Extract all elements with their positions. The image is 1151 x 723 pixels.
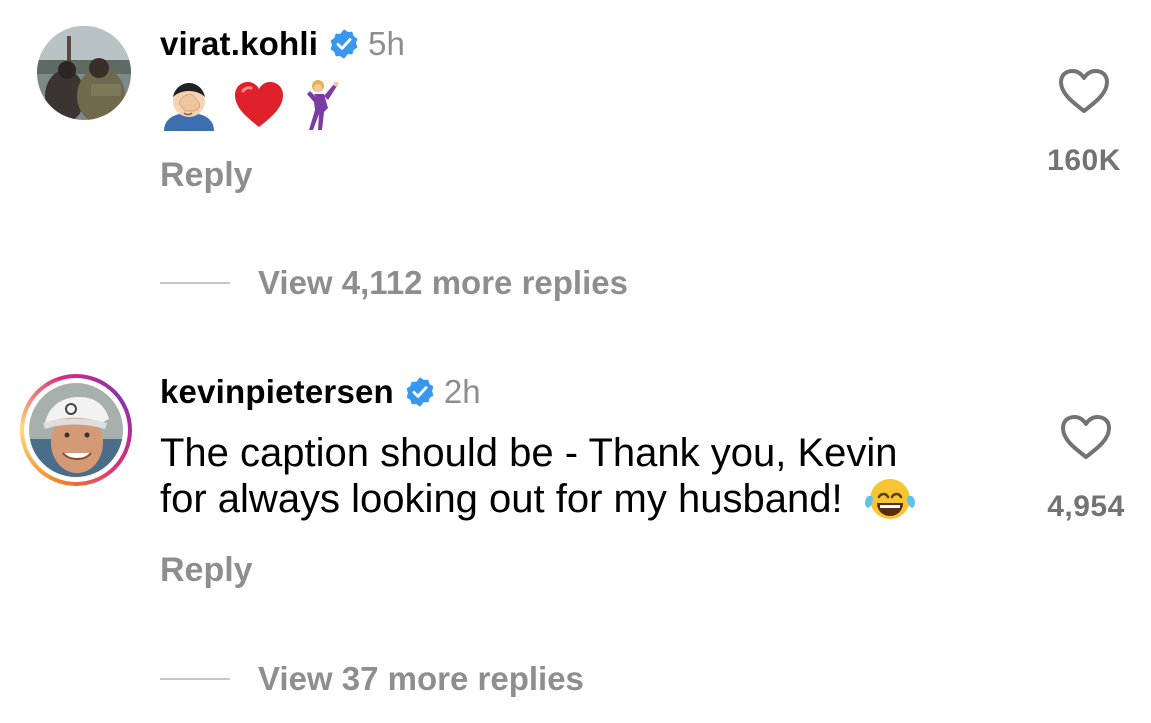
view-replies-label[interactable]: View 37 more replies (258, 660, 584, 698)
face-with-tears-of-joy-emoji-icon (864, 476, 916, 532)
like-count: 4,954 (1047, 490, 1125, 523)
reply-button[interactable]: Reply (160, 551, 253, 590)
comment-item: virat.kohli 5h Reply 160K View 4,112 mor… (0, 0, 1151, 320)
like-count: 160K (1047, 144, 1121, 177)
comment-emojis (160, 78, 1000, 134)
face-palm-emoji-icon (160, 79, 218, 141)
comment-text: The caption should be - Thank you, Kevin… (160, 430, 1000, 532)
verified-badge-icon (328, 28, 360, 60)
heart-icon[interactable] (1060, 414, 1112, 460)
story-ring[interactable] (20, 374, 132, 486)
divider-line (160, 678, 230, 680)
verified-badge-icon (404, 376, 436, 408)
view-more-replies[interactable]: View 37 more replies (160, 660, 584, 698)
dancing-man-emoji-icon (304, 78, 344, 142)
comment-header: kevinpietersen 2h (160, 373, 481, 411)
comment-text-line: The caption should be - Thank you, Kevin (160, 431, 898, 475)
comment-time: 2h (443, 373, 481, 410)
avatar[interactable] (29, 383, 123, 477)
reply-button[interactable]: Reply (160, 156, 253, 195)
username[interactable]: virat.kohli (160, 25, 318, 63)
divider-line (160, 282, 230, 284)
comment-header: virat.kohli 5h (160, 25, 405, 63)
avatar[interactable] (37, 26, 131, 120)
heart-icon[interactable] (1058, 68, 1110, 114)
like-block: 4,954 (1026, 414, 1146, 524)
view-replies-label[interactable]: View 4,112 more replies (258, 264, 628, 302)
comment-text-line-2: for always looking out for my husband! (160, 476, 1000, 532)
avatar-photo (37, 26, 131, 120)
username[interactable]: kevinpietersen (160, 373, 394, 411)
like-block: 160K (1024, 68, 1144, 178)
comment-item: kevinpietersen 2h The caption should be … (0, 360, 1151, 723)
comment-time: 5h (368, 25, 405, 62)
view-more-replies[interactable]: View 4,112 more replies (160, 264, 628, 302)
avatar-photo (29, 383, 123, 477)
red-heart-emoji-icon (233, 81, 285, 139)
comment-text-line: for always looking out for my husband! (160, 477, 843, 521)
